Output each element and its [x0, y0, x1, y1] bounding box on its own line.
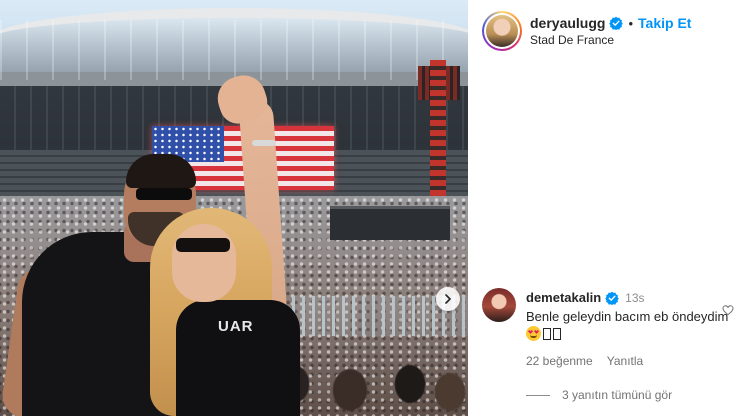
heart-icon[interactable] [722, 304, 734, 316]
comment-avatar[interactable] [482, 288, 516, 322]
comment-timestamp[interactable]: 13s [625, 291, 644, 305]
comment-emoji-row [526, 326, 728, 341]
verified-badge-icon [609, 16, 624, 30]
photo-woman-face [172, 224, 236, 302]
comment-item: demetakalin 13s Benle geleydin bacım eb … [482, 288, 732, 341]
post-location[interactable]: Stad De France [530, 33, 691, 47]
avatar[interactable] [482, 11, 522, 51]
chevron-right-icon [445, 294, 451, 304]
follow-button[interactable]: Takip Et [638, 15, 691, 31]
view-replies-label: 3 yanıtın tümünü gör [562, 388, 673, 402]
photo-roof-struts [0, 20, 468, 80]
post-sidebar: deryaulugg • Takip Et Stad De France dem… [468, 0, 740, 416]
reply-button[interactable]: Yanıtla [607, 354, 643, 368]
post-username[interactable]: deryaulugg [530, 15, 605, 31]
comment-meta: 22 beğenme Yanıtla [526, 354, 643, 368]
photo-man-hair [126, 154, 196, 188]
avatar-image [486, 15, 518, 47]
carousel-next-button[interactable] [436, 287, 460, 311]
missing-glyph-box [543, 327, 551, 340]
post-photo[interactable]: UAR [0, 0, 468, 416]
comment-text: Benle geleydin bacım eb öndeydim [526, 309, 729, 324]
photo-shirt-print: UAR [218, 318, 254, 335]
post-header: deryaulugg • Takip Et Stad De France [468, 0, 740, 62]
photo-stage [330, 206, 450, 240]
verified-badge-icon [605, 291, 619, 305]
photo-man-sunglasses [136, 188, 192, 200]
comment-likes[interactable]: 22 beğenme [526, 354, 593, 368]
photo-woman-sunglasses [176, 238, 230, 252]
view-replies-button[interactable]: 3 yanıtın tümünü gör [526, 388, 672, 402]
photo-woman-bracelet [252, 140, 276, 146]
comment-username[interactable]: demetakalin [526, 290, 601, 305]
replies-divider [526, 394, 550, 396]
missing-glyph-box [553, 327, 561, 340]
heart-eyes-emoji [526, 326, 541, 341]
header-separator: • [628, 15, 634, 31]
